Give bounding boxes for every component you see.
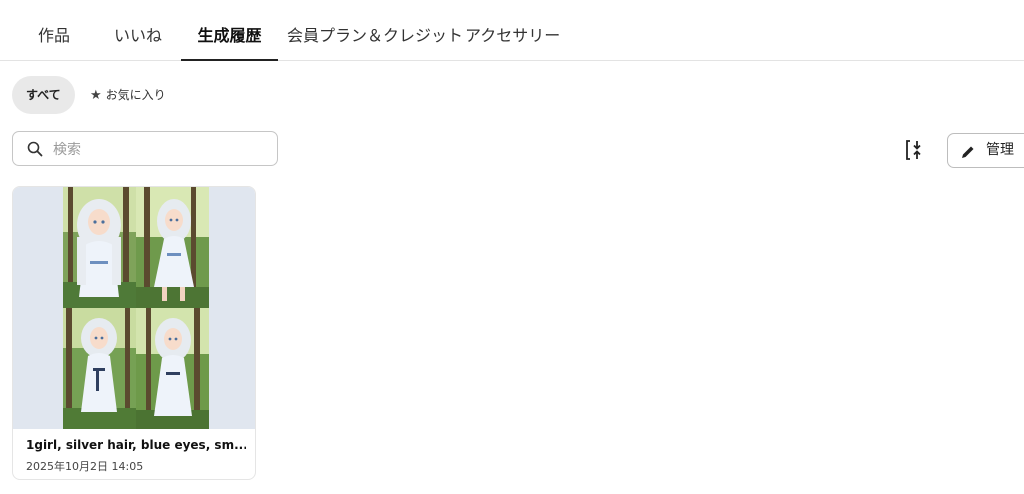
generated-image bbox=[136, 308, 209, 429]
history-card-date: 2025年10月2日 14:05 bbox=[26, 460, 144, 473]
manage-button[interactable]: 管理 bbox=[947, 133, 1024, 168]
search-icon bbox=[27, 141, 43, 157]
tab-label: いいね bbox=[113, 26, 162, 45]
history-card-title: 1girl, silver hair, blue eyes, sm... bbox=[26, 438, 246, 452]
manage-label: 管理 bbox=[986, 142, 1014, 158]
download-select-icon bbox=[906, 140, 921, 160]
tab-membership-plan[interactable]: 会員プラン＆クレジット bbox=[287, 0, 463, 60]
history-thumbnail bbox=[13, 187, 255, 429]
star-icon: ★ bbox=[90, 88, 102, 103]
tab-accessories[interactable]: アクセサリー bbox=[465, 0, 561, 60]
filter-all-label: すべて bbox=[26, 88, 61, 102]
tab-generation-history[interactable]: 生成履歴 bbox=[181, 0, 278, 61]
generated-image bbox=[136, 187, 209, 308]
tab-label: 会員プラン＆クレジット bbox=[287, 26, 464, 45]
search-input[interactable] bbox=[51, 132, 275, 167]
filter-favorites-label: お気に入り bbox=[105, 88, 166, 102]
tab-label: アクセサリー bbox=[465, 26, 561, 45]
search-box bbox=[12, 131, 278, 167]
tab-works[interactable]: 作品 bbox=[22, 0, 86, 60]
download-select-button[interactable] bbox=[902, 138, 926, 162]
generated-image bbox=[63, 187, 136, 308]
filter-favorites-chip[interactable]: ★ お気に入り bbox=[76, 76, 180, 114]
tab-label: 作品 bbox=[37, 26, 70, 45]
profile-tabs: 作品 いいね 生成履歴 会員プラン＆クレジット アクセサリー bbox=[0, 0, 1024, 61]
filter-all-chip[interactable]: すべて bbox=[12, 76, 75, 114]
pencil-icon bbox=[962, 146, 974, 158]
tab-label: 生成履歴 bbox=[197, 26, 262, 45]
tab-likes[interactable]: いいね bbox=[104, 0, 172, 60]
generated-image bbox=[63, 308, 136, 429]
history-card[interactable]: 1girl, silver hair, blue eyes, sm... 202… bbox=[12, 186, 256, 480]
active-tab-underline bbox=[181, 59, 278, 61]
image-grid bbox=[63, 187, 209, 429]
